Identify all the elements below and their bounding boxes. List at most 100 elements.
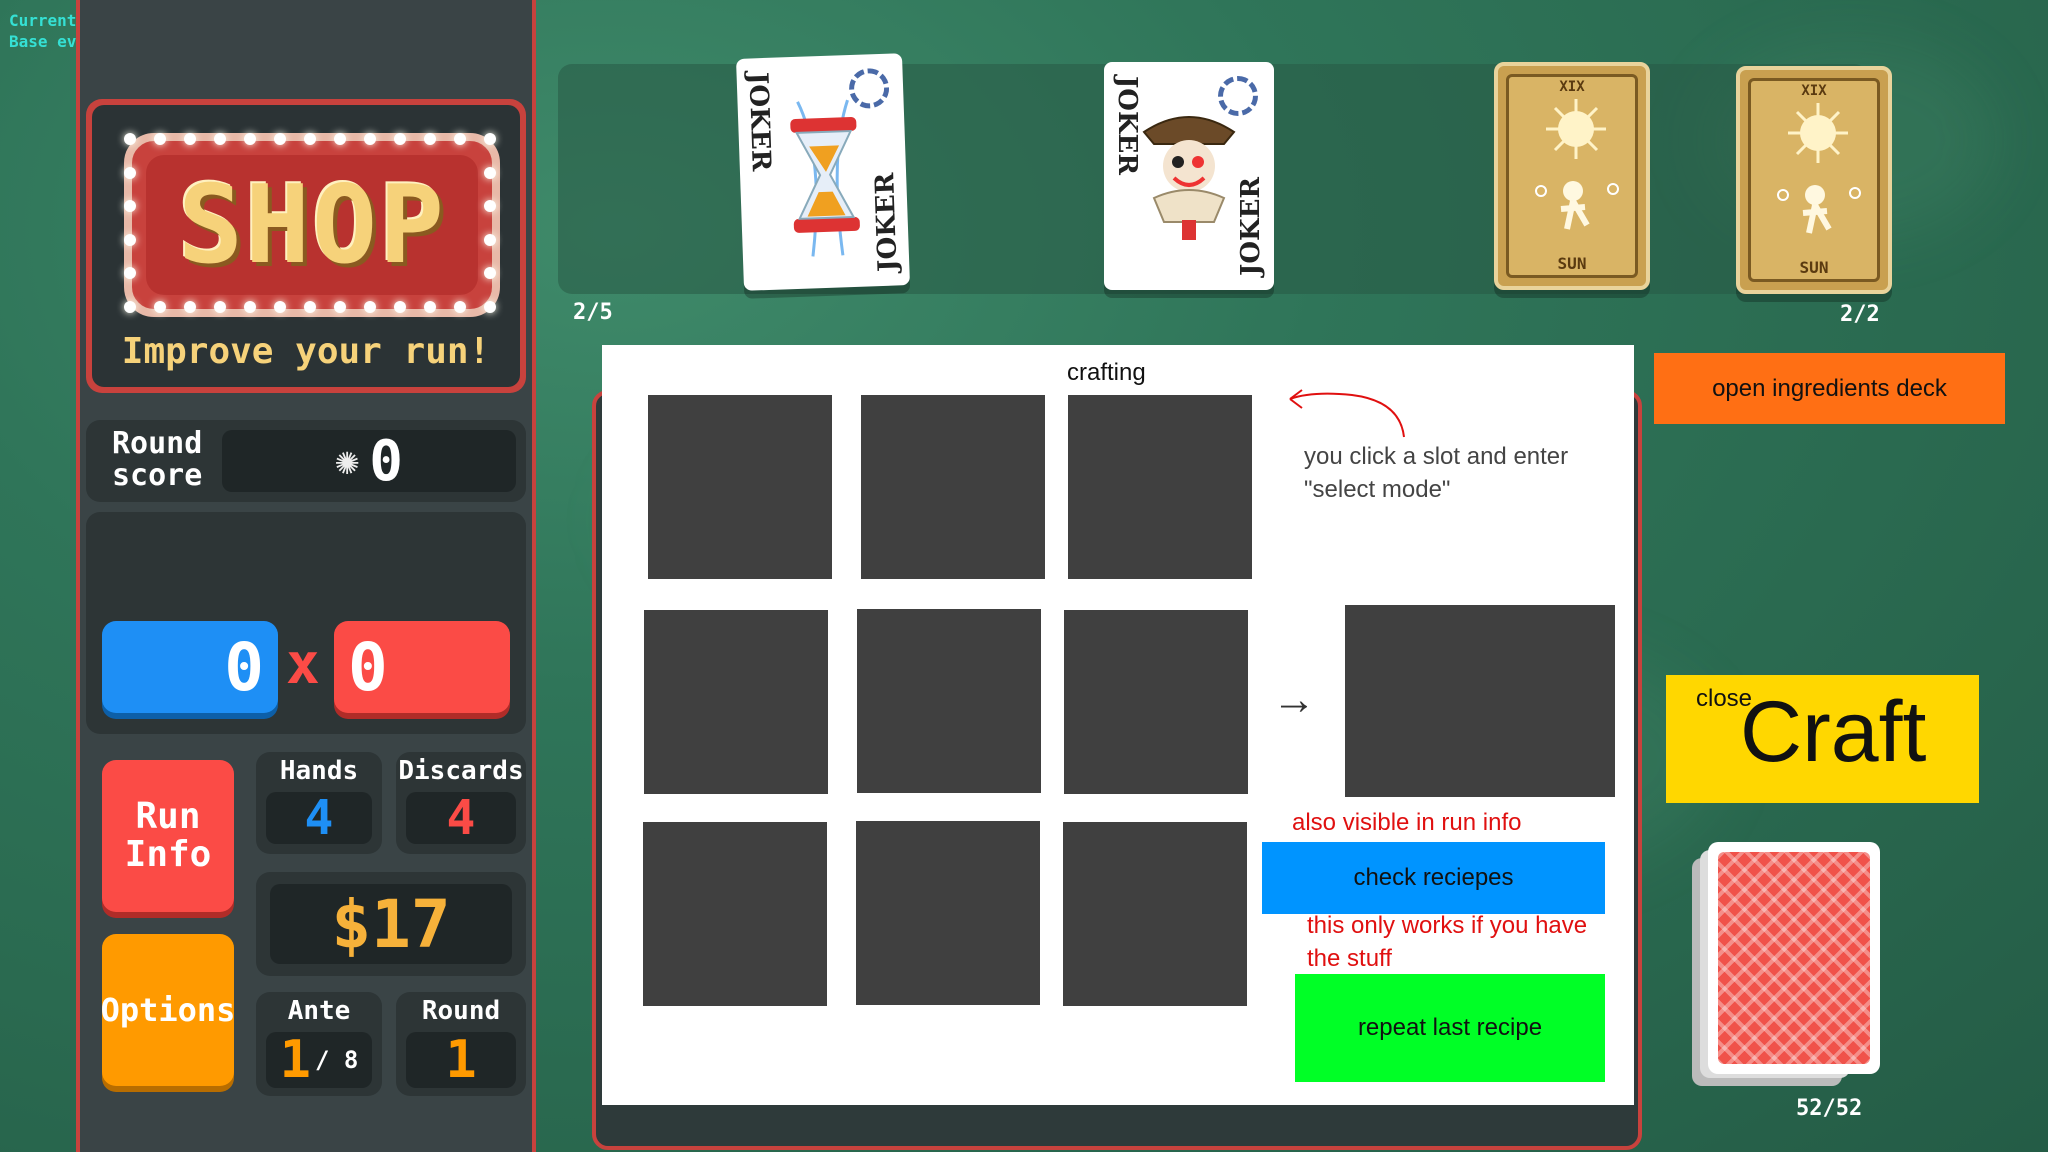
marquee-bulb: [304, 301, 316, 313]
marquee-bulb: [484, 301, 496, 313]
joker-card-pirate[interactable]: JOKER JOKER: [1104, 62, 1274, 290]
crafting-title: crafting: [1067, 359, 1146, 386]
crafting-panel: crafting → you click a slot and enter "s…: [602, 345, 1634, 1105]
deck-pattern: [1718, 852, 1870, 1064]
options-button[interactable]: Options: [100, 934, 236, 1086]
tarot-numeral: XIX: [1801, 83, 1827, 99]
tarot-label: SUN: [1557, 254, 1587, 273]
marquee-bulb: [154, 133, 166, 145]
marquee-bulb: [274, 133, 286, 145]
marquee-bulb: [454, 301, 466, 313]
works-note: this only works if you have the stuff: [1307, 912, 1588, 972]
marquee-bulb: [364, 301, 376, 313]
marquee-bulb: [124, 301, 136, 313]
crafting-slot-8[interactable]: [856, 821, 1040, 1005]
ante-value: 1: [279, 1030, 311, 1090]
open-ingredients-label: open ingredients deck: [1712, 374, 1947, 402]
marquee-bulb: [394, 301, 406, 313]
deck-card-back[interactable]: [1708, 842, 1880, 1074]
consumable-count: 2/2: [1840, 302, 1880, 327]
crafting-slot-5[interactable]: [857, 609, 1041, 793]
mult-value: 0: [334, 621, 510, 713]
tarot-numeral: XIX: [1559, 79, 1585, 95]
result-arrow-icon: →: [1272, 675, 1316, 724]
annotation-arrow-icon: [1289, 389, 1405, 438]
discards-panel: Discards 4: [396, 752, 526, 854]
ante-panel: Ante 1 / 8: [256, 992, 382, 1096]
marquee-bulb: [394, 133, 406, 145]
options-label: Options: [100, 991, 236, 1029]
money-panel: $17: [256, 872, 526, 976]
marquee-bulb: [304, 133, 316, 145]
pirate-joker-icon: [1142, 116, 1236, 240]
crafting-slot-6[interactable]: [1064, 610, 1248, 794]
open-ingredients-deck-button[interactable]: open ingredients deck: [1654, 353, 2005, 424]
marquee-bulb: [334, 133, 346, 145]
joker-card-hourglass[interactable]: JOKER JOKER: [736, 53, 910, 291]
marquee-bulb: [484, 166, 496, 179]
marquee-bulb: [484, 233, 496, 246]
crafting-slot-9[interactable]: [1063, 822, 1247, 1006]
tarot-card-sun-1[interactable]: XIX SUN: [1494, 62, 1650, 290]
crafting-slot-2[interactable]: [861, 395, 1045, 579]
round-value: 1: [406, 1030, 516, 1090]
round-score-box: ✺ 0: [222, 429, 516, 494]
run-info-label-line2: Info: [124, 834, 212, 875]
marquee-bulb: [184, 133, 196, 145]
marquee-bulb: [124, 133, 136, 145]
hands-label: Hands: [279, 756, 359, 786]
shop-title: SHOP: [177, 162, 447, 288]
craft-button[interactable]: close Craft: [1666, 675, 1979, 803]
marquee-bulb: [184, 301, 196, 313]
check-recipes-label: check reciepes: [1353, 864, 1514, 891]
round-score-label-line2: score: [112, 458, 203, 493]
round-score-label: Round score: [112, 428, 202, 492]
marquee-bulb: [364, 133, 376, 145]
marquee-bulb: [214, 133, 226, 145]
marquee-bulb: [214, 301, 226, 313]
select-mode-note: you click a slot and enter "select mode": [1304, 443, 1569, 503]
repeat-recipe-label: repeat last recipe: [1357, 1014, 1543, 1041]
marquee-bulb: [124, 166, 136, 179]
shop-marquee: SHOP: [124, 133, 500, 317]
ante-total: / 8: [314, 1046, 359, 1074]
marquee-bulb: [334, 301, 346, 313]
run-info-label-line1: Run: [135, 796, 201, 837]
crafting-slot-3[interactable]: [1068, 395, 1252, 579]
round-score-label-line1: Round: [112, 426, 203, 461]
money-value: $17: [270, 884, 512, 964]
run-info-note: also visible in run info: [1292, 809, 1522, 836]
marquee-bulb: [244, 133, 256, 145]
crafting-slot-1[interactable]: [648, 395, 832, 579]
joker-card-label: JOKER: [1236, 177, 1266, 276]
chips-value: 0: [102, 621, 278, 713]
chip-icon: ✺: [335, 438, 360, 484]
discards-value: 4: [406, 790, 516, 846]
repeat-recipe-button[interactable]: repeat last recipe: [1295, 974, 1605, 1082]
hourglass-icon: [790, 99, 860, 257]
joker-count: 2/5: [573, 300, 613, 325]
round-panel: Round 1: [396, 992, 526, 1096]
shop-subtitle: Improve your run!: [121, 331, 491, 372]
run-info-button[interactable]: Run Info: [102, 760, 234, 912]
marquee-bulb: [124, 233, 136, 246]
times-sign: x: [286, 632, 320, 697]
marquee-bulb: [244, 301, 256, 313]
craft-label: Craft: [1740, 684, 1927, 780]
joker-card-label: JOKER: [742, 71, 776, 172]
deck-count: 52/52: [1796, 1096, 1863, 1121]
marquee-bulb: [274, 301, 286, 313]
marquee-bulb: [454, 133, 466, 145]
crafting-slot-4[interactable]: [644, 610, 828, 794]
tarot-card-sun-2[interactable]: XIX SUN: [1736, 66, 1892, 294]
crafting-result-slot[interactable]: [1345, 605, 1615, 797]
ante-box: 1 / 8: [266, 1030, 372, 1090]
marquee-bulb: [154, 301, 166, 313]
hands-value: 4: [266, 790, 372, 846]
round-score-panel: Round score ✺ 0: [86, 420, 526, 502]
joker-card-label: JOKER: [870, 172, 904, 273]
check-recipes-button[interactable]: check reciepes: [1262, 842, 1605, 914]
crafting-slot-7[interactable]: [643, 822, 827, 1006]
sun-icon: [1535, 99, 1619, 230]
sun-icon: [1777, 103, 1861, 234]
